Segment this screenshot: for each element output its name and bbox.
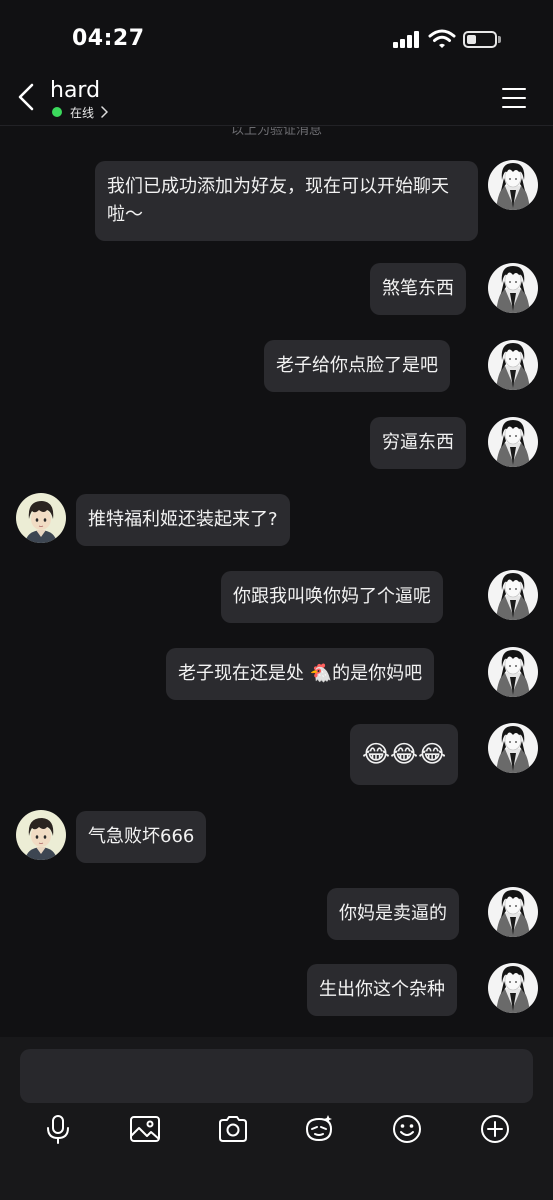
status-time: 04:27 [72, 26, 145, 51]
message-bubble[interactable]: 生出你这个杂种 [307, 964, 457, 1016]
menu-button[interactable] [502, 88, 526, 108]
battery-icon [463, 31, 497, 48]
message-bubble[interactable]: 老子给你点脸了是吧 [264, 340, 450, 392]
emoji-icon[interactable] [391, 1113, 423, 1145]
message-bubble[interactable]: 😂😂😂 [350, 724, 459, 785]
my-avatar[interactable] [488, 340, 538, 390]
camera-icon[interactable] [217, 1113, 249, 1145]
my-avatar[interactable] [488, 647, 538, 697]
contact-avatar[interactable] [16, 810, 66, 860]
message-bubble[interactable]: 你跟我叫唤你妈了个逼呢 [221, 571, 443, 623]
online-status-text: 在线 [70, 105, 95, 120]
message-bubble[interactable]: 老子现在还是处 🐔的是你妈吧 [166, 648, 435, 700]
online-status[interactable]: 在线 [52, 104, 109, 120]
online-dot-icon [52, 107, 62, 117]
message-bubble[interactable]: 我们已成功添加为好友，现在可以开始聊天啦～ [95, 161, 478, 241]
back-button[interactable] [14, 80, 40, 114]
my-avatar[interactable] [488, 417, 538, 467]
wifi-icon [428, 29, 456, 49]
message-bubble[interactable]: 煞笔东西 [370, 263, 466, 315]
verification-note: 以上为验证消息 [230, 127, 322, 138]
message-bubble[interactable]: 穷逼东西 [370, 417, 466, 469]
sticker-icon[interactable] [303, 1113, 335, 1145]
chat-header: hard 在线 [0, 70, 553, 126]
message-bubble[interactable]: 你妈是卖逼的 [327, 888, 459, 940]
contact-avatar[interactable] [16, 493, 66, 543]
my-avatar[interactable] [488, 723, 538, 773]
chevron-left-icon [18, 83, 34, 111]
battery-tip [498, 36, 501, 43]
my-avatar[interactable] [488, 160, 538, 210]
microphone-icon[interactable] [42, 1113, 74, 1145]
status-bar: 04:27 [0, 0, 553, 70]
my-avatar[interactable] [488, 263, 538, 313]
my-avatar[interactable] [488, 887, 538, 937]
image-icon[interactable] [129, 1113, 161, 1145]
composer [0, 1037, 553, 1200]
signal-icon [393, 30, 421, 48]
contact-name[interactable]: hard [50, 78, 100, 103]
plus-icon[interactable] [479, 1113, 511, 1145]
chat-messages[interactable]: 以上为验证消息 我们已成功添加为好友，现在可以开始聊天啦～ 煞笔东西 老子给你点… [0, 127, 553, 1037]
my-avatar[interactable] [488, 570, 538, 620]
my-avatar[interactable] [488, 963, 538, 1013]
message-input[interactable] [20, 1049, 533, 1103]
message-bubble[interactable]: 推特福利姬还装起来了? [76, 494, 290, 546]
message-bubble[interactable]: 气急败坏666 [76, 811, 207, 863]
chevron-right-icon [101, 106, 109, 118]
